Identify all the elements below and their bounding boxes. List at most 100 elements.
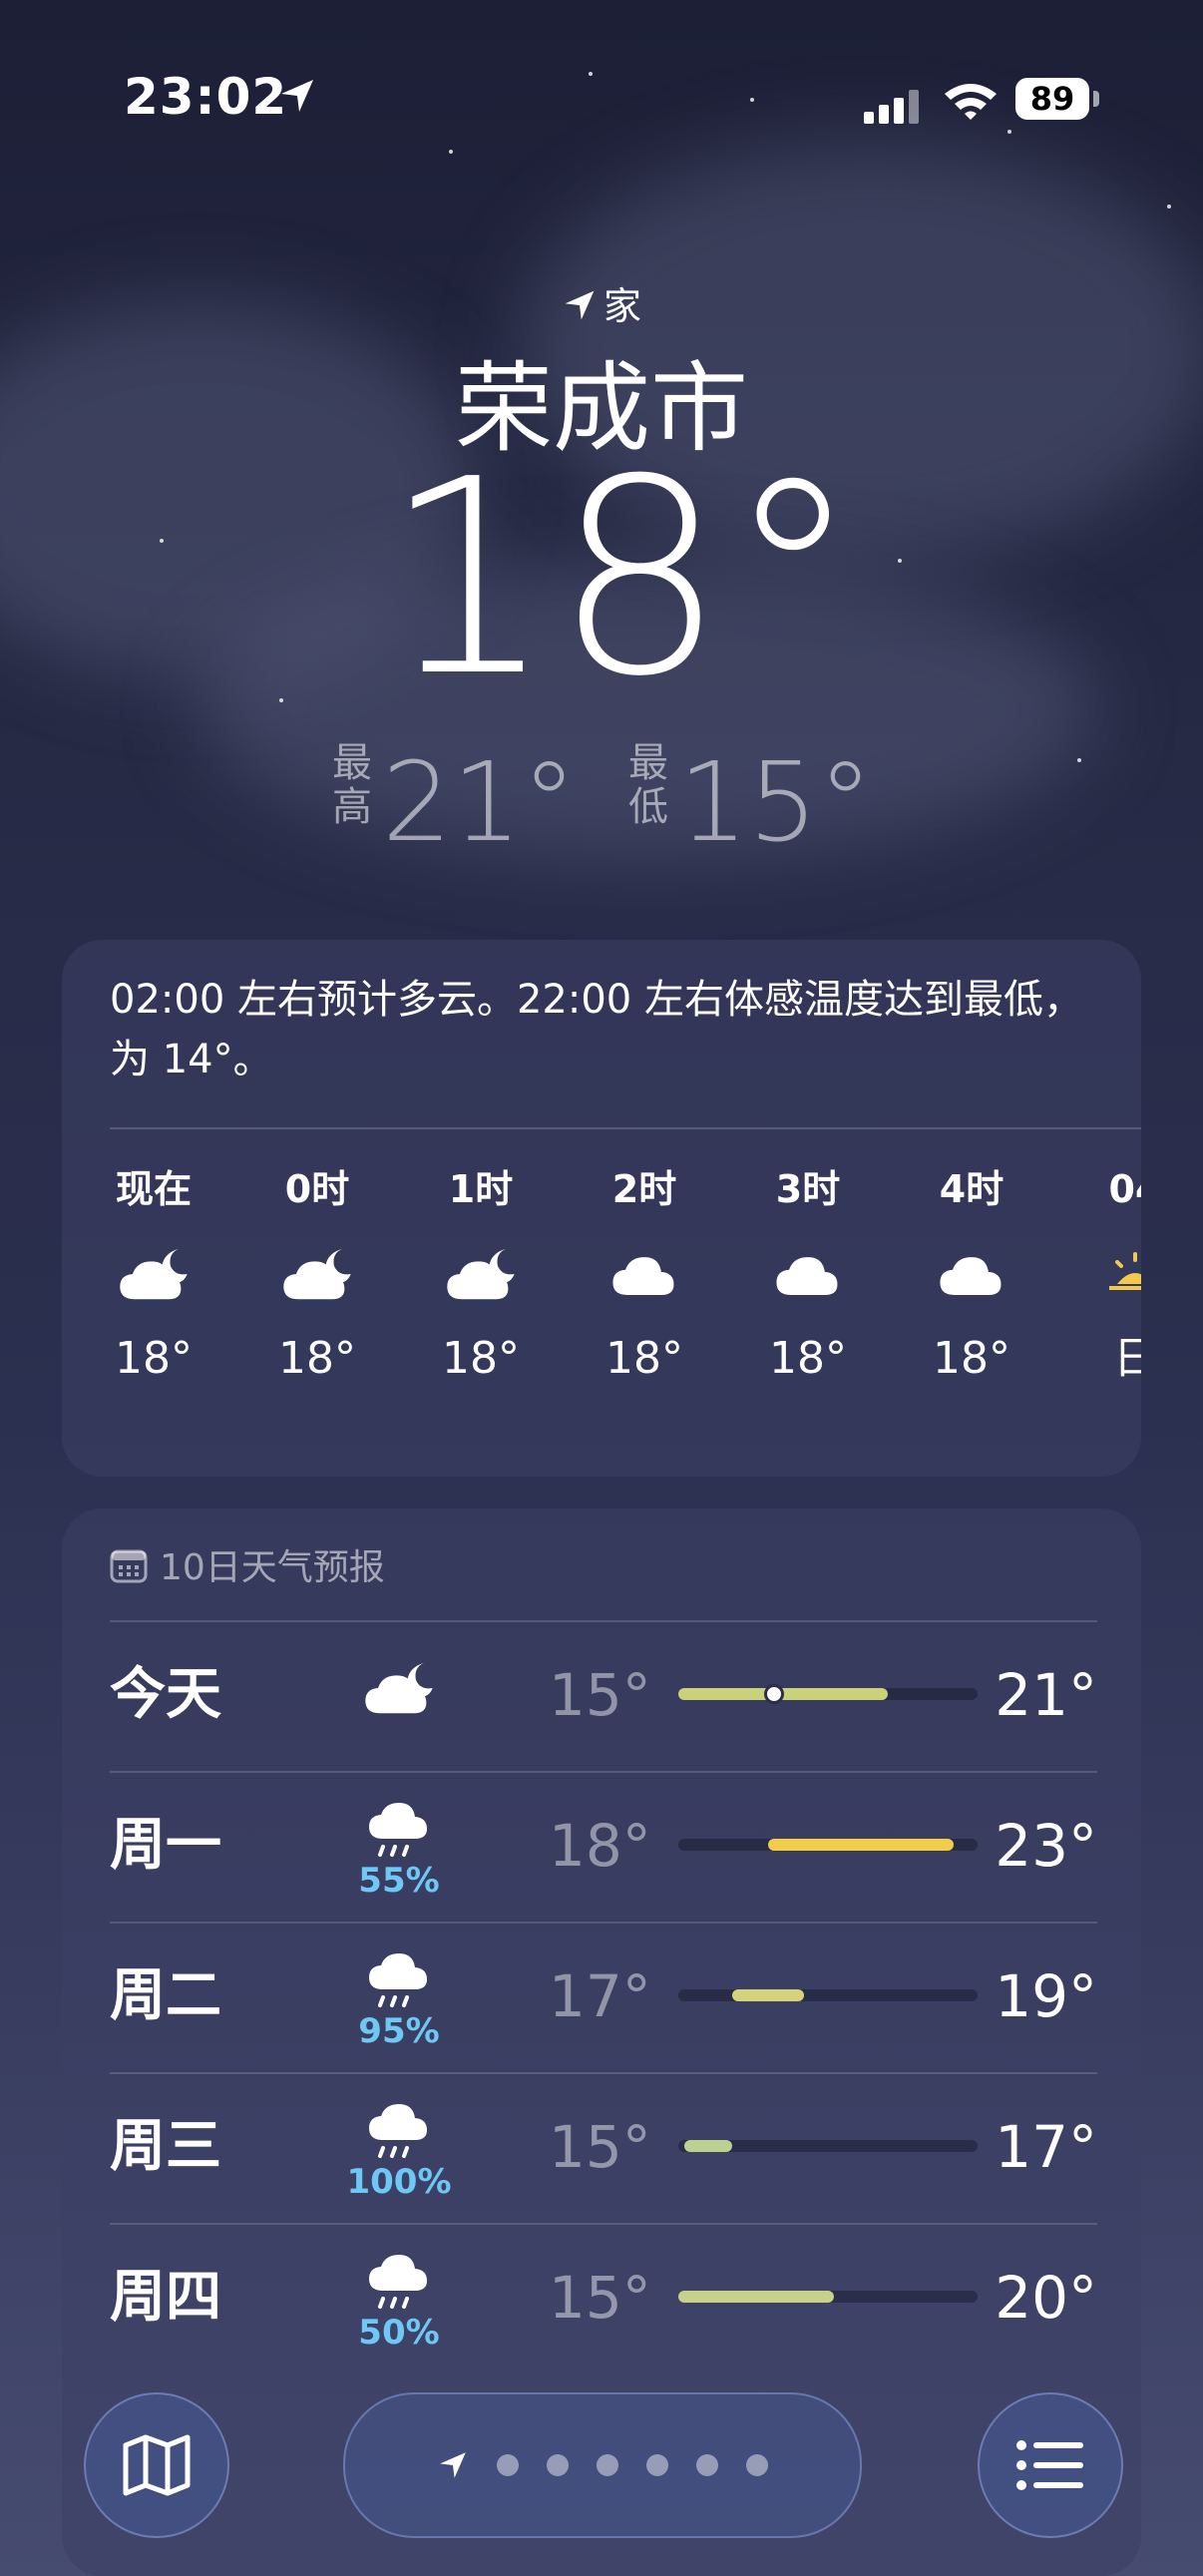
high-temperature: 20° [995,2264,1097,2332]
temperature-range-bar [678,2291,978,2303]
hour-label: 0时 [284,1167,350,1211]
calendar-icon [110,1549,148,1583]
cloud-icon [595,1219,694,1329]
forecast-row[interactable]: 周四 50% 15° 20° [110,2223,1097,2372]
hour-temperature: 18° [115,1333,193,1384]
page-dot [646,2454,668,2476]
hour-temperature: 18° [769,1333,847,1384]
page-dot [696,2454,718,2476]
high-temperature: 17° [995,2113,1097,2181]
hour-label: 现在 [115,1167,192,1211]
location-tag: 家 [0,275,1203,330]
battery-level: 89 [1015,78,1089,120]
hour-label: 4时 [939,1167,1004,1211]
rain-icon: 55% [339,1791,459,1901]
sunrise-icon [1085,1219,1141,1329]
high-temperature: 21° [382,738,577,866]
cloud-icon [922,1219,1021,1329]
hourly-forecast-card[interactable]: 02:00 左右预计多云。22:00 左右体感温度达到最低，为 14°。 现在 1… [62,940,1141,1477]
low-temperature: 17° [549,1962,651,2030]
hour-label: 3时 [775,1167,841,1211]
map-button[interactable] [84,2392,229,2538]
low-temperature: 15° [678,738,873,866]
location-tag-label: 家 [602,284,641,328]
list-icon [1016,2440,1083,2490]
rain-icon: 100% [339,2092,459,2202]
forecast-day: 周二 [110,1963,221,2028]
hour-temperature: 日 [1113,1333,1141,1384]
cellular-signal-icon [864,90,919,124]
bottom-toolbar [0,2374,1203,2576]
hourly-item: 1时 18° [431,1159,531,1389]
precipitation-chance: 50% [358,2313,440,2353]
precipitation-chance: 100% [346,2162,452,2202]
hourly-item: 0时 18° [267,1159,367,1389]
high-temperature: 23° [995,1812,1097,1880]
forecast-row[interactable]: 周二 95% 17° 19° [110,1922,1097,2071]
forecast-day: 周四 [110,2265,221,2330]
partly-cloudy-night-icon [339,1640,459,1750]
forecast-day: 周一 [110,1813,221,1878]
current-temperature-marker [764,1684,784,1704]
page-dot [497,2454,519,2476]
hourly-item: 2时 18° [595,1159,694,1389]
hourly-item: 4时 18° [922,1159,1021,1389]
location-list-button[interactable] [978,2392,1123,2538]
hour-label: 2时 [611,1167,677,1211]
status-bar: 23:02 89 [0,60,1203,140]
location-arrow-icon [565,290,595,320]
current-location-page-icon [440,2452,466,2478]
forecast-row[interactable]: 今天 15° 21° [110,1620,1097,1770]
page-dot [746,2454,768,2476]
forecast-day: 今天 [110,1662,221,1727]
rain-icon: 95% [339,1941,459,2051]
hour-temperature: 18° [605,1333,683,1384]
precipitation-chance: 55% [358,1861,440,1901]
location-arrow-icon [281,80,313,112]
low-temperature: 15° [549,2264,651,2332]
temperature-range-fill [768,1839,954,1851]
map-icon [123,2434,191,2496]
hour-label: 04 [1108,1167,1141,1211]
temperature-range-fill [732,1989,804,2001]
rain-icon: 50% [339,2243,459,2353]
forecast-row[interactable]: 周三 100% 15° 17° [110,2072,1097,2222]
hour-temperature: 18° [442,1333,520,1384]
temperature-range-bar [678,1989,978,2001]
page-indicator[interactable] [343,2392,862,2538]
low-temperature: 15° [549,2113,651,2181]
forecast-day: 周三 [110,2114,221,2179]
forecast-header: 10日天气预报 [110,1538,385,1590]
forecast-title: 10日天气预报 [160,1547,385,1588]
precipitation-chance: 95% [358,2011,440,2051]
temperature-range-bar [678,1839,978,1851]
battery-tip [1093,91,1099,107]
status-time: 23:02 [124,68,288,126]
high-low-temperature: 最高21° 最低15° [0,738,1203,866]
forecast-row[interactable]: 周一 55% 18° 23° [110,1771,1097,1921]
divider [110,1127,1141,1129]
hourly-item: 04 日 [1085,1159,1141,1389]
hourly-item: 3时 18° [758,1159,858,1389]
low-temperature: 18° [549,1812,651,1880]
low-temperature: 15° [549,1661,651,1729]
low-label: 最低 [628,740,668,830]
hourly-item: 现在 18° [110,1159,203,1389]
page-dot [547,2454,569,2476]
hour-temperature: 18° [278,1333,356,1384]
temperature-range-fill [684,2140,732,2152]
hourly-list[interactable]: 现在 18° 0时 18° 1时 18° 2时 18° 3时 18° 4时 18° 04 日 [110,1159,1141,1459]
hour-temperature: 18° [933,1333,1010,1384]
high-temperature: 21° [995,1661,1097,1729]
hour-label: 1时 [448,1167,514,1211]
cloud-icon [758,1219,858,1329]
partly-cloudy-night-icon [431,1219,531,1329]
temperature-range-bar [678,1684,978,1704]
current-temperature: 18° [382,421,861,735]
high-temperature: 19° [995,1962,1097,2030]
temperature-range-bar [678,2140,978,2152]
high-label: 最高 [332,740,373,830]
partly-cloudy-night-icon [110,1219,203,1329]
partly-cloudy-night-icon [267,1219,367,1329]
wifi-icon [945,84,997,120]
